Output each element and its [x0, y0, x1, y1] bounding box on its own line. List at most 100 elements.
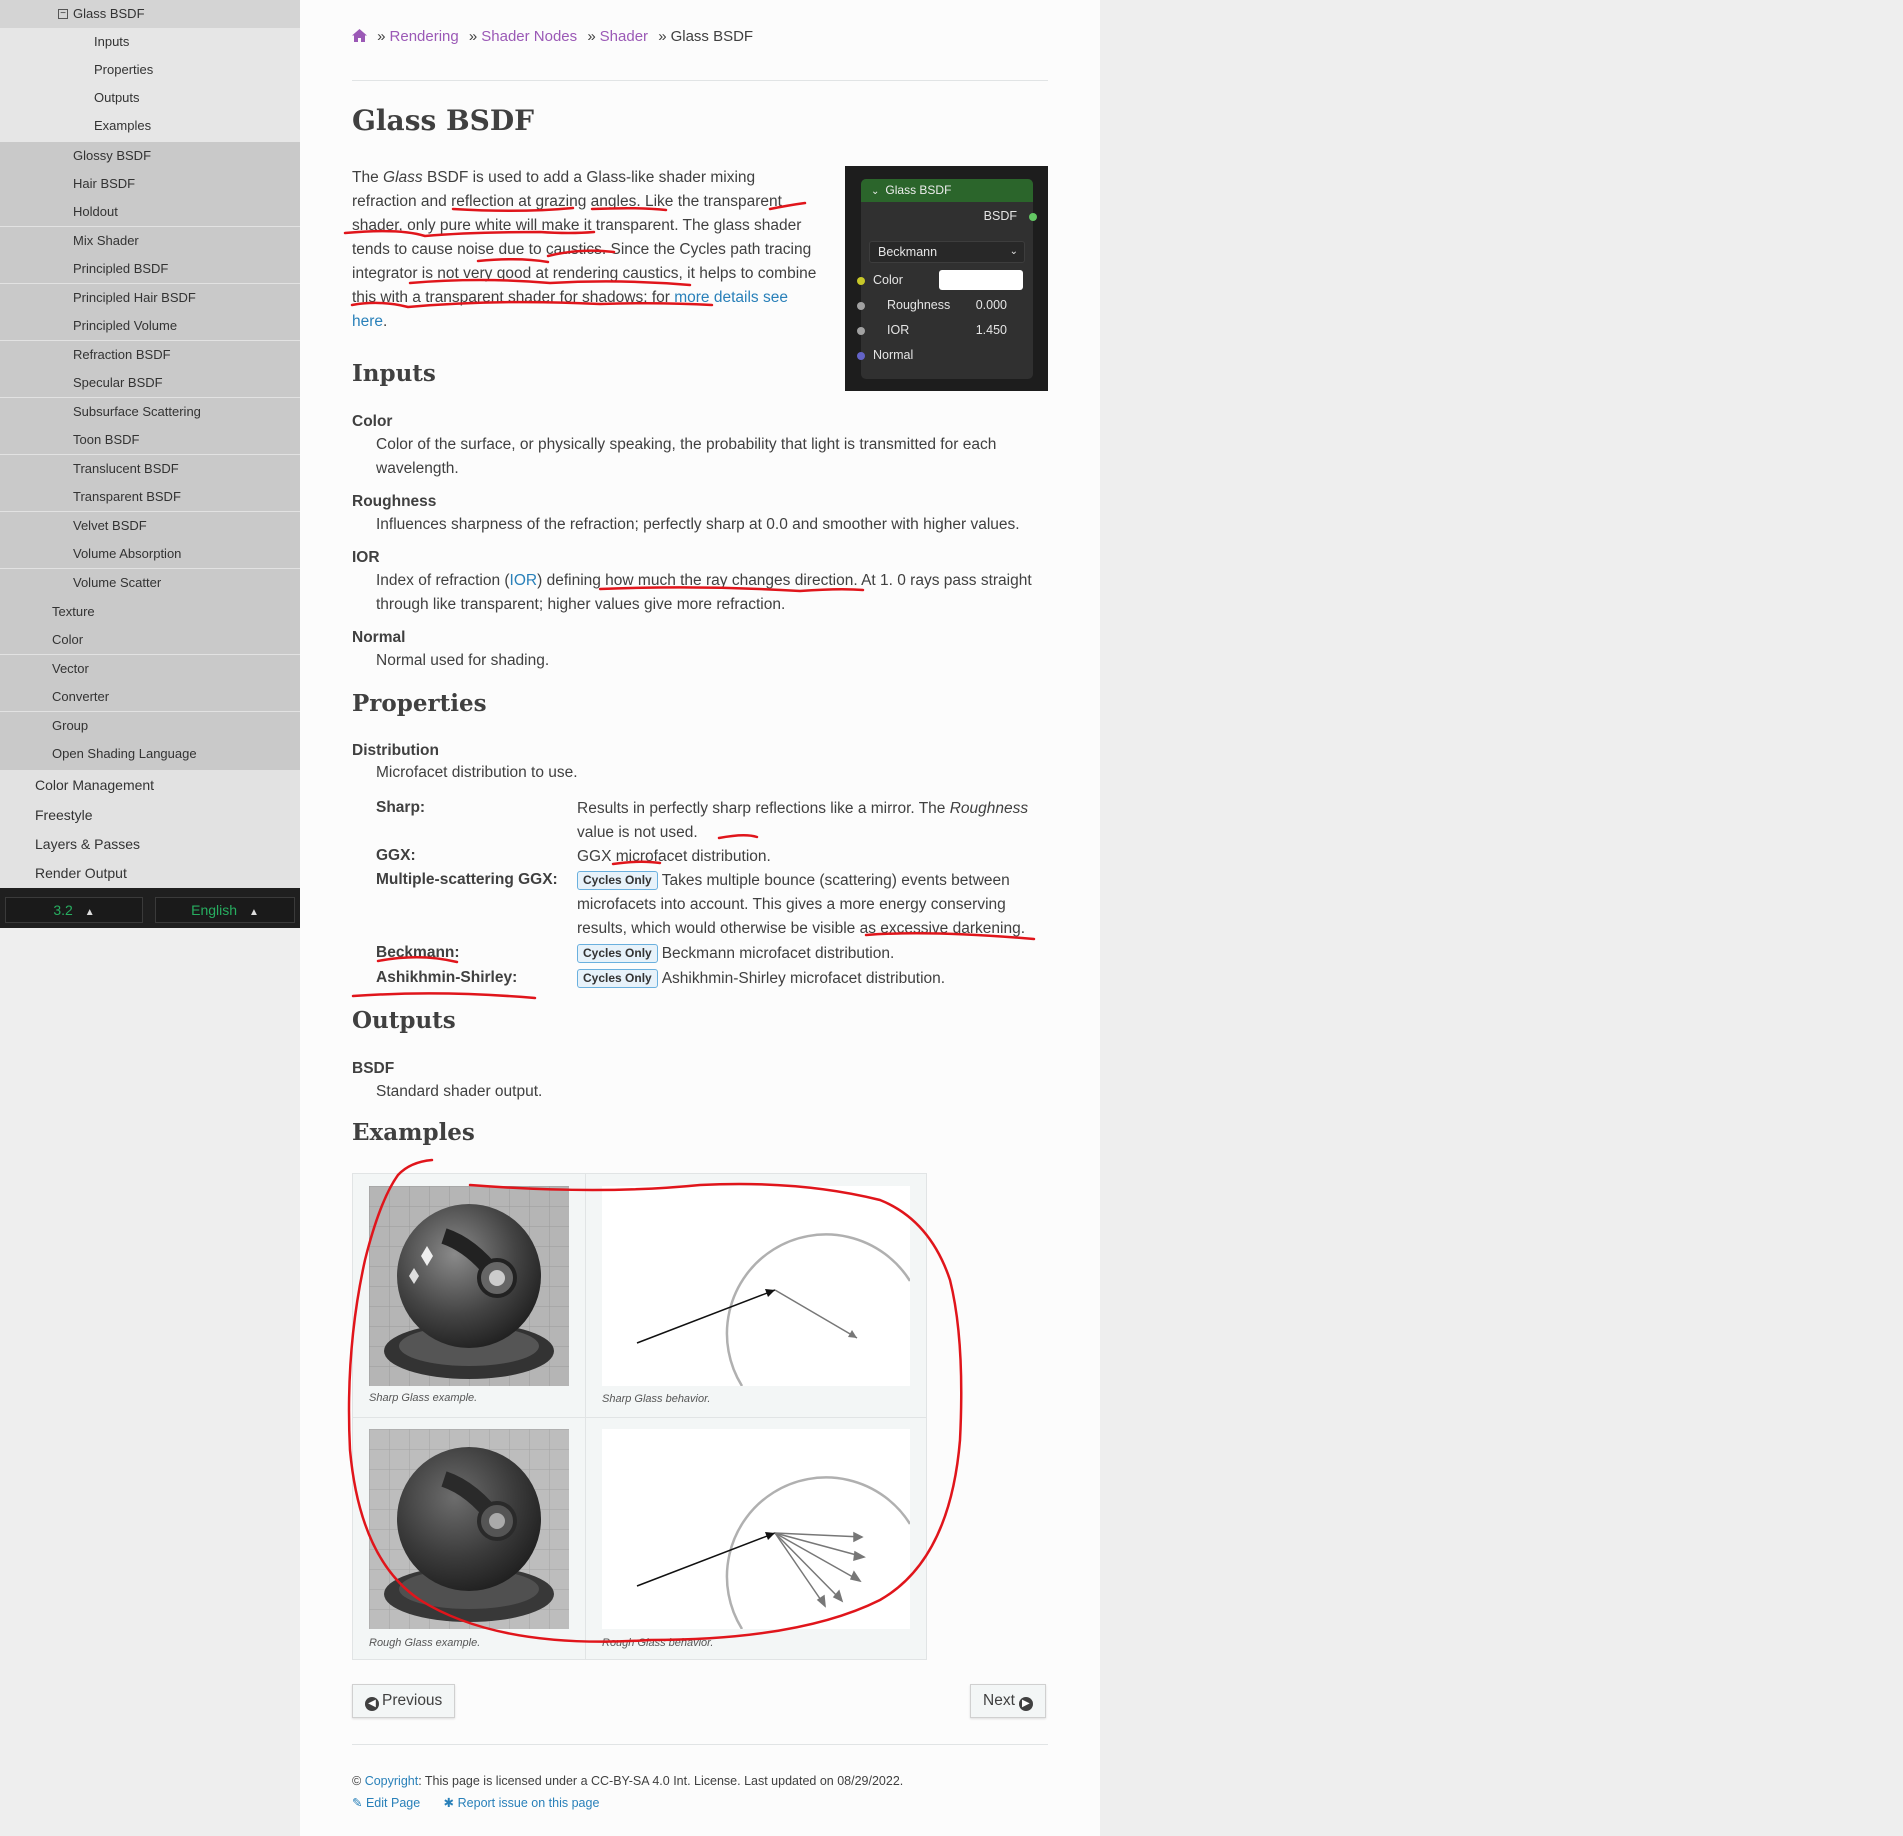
chevron-down-icon: ⌄ — [1009, 246, 1018, 257]
caption-rough-glass-behavior: Rough Glass behavior. — [602, 1637, 714, 1649]
report-issue-link[interactable]: ✱ Report issue on this page — [444, 1796, 600, 1810]
breadcrumb-separator: » — [587, 28, 596, 45]
rough-glass-behavior-diagram — [602, 1429, 912, 1630]
node-normal-label: Normal — [873, 348, 914, 362]
sidebar-item-volume-scatter[interactable]: Volume Scatter — [0, 569, 300, 599]
home-icon[interactable] — [352, 29, 367, 46]
previous-button[interactable]: ◀ Previous — [352, 1684, 456, 1718]
sidebar-item-holdout[interactable]: Holdout — [0, 198, 300, 226]
edit-icon: ✎ — [352, 1796, 363, 1810]
divider — [352, 80, 1048, 81]
sidebar-item-specular-bsdf[interactable]: Specular BSDF — [0, 369, 300, 397]
sidebar: − Glass BSDF Inputs Properties Outputs Ex… — [0, 0, 300, 928]
node-color-label: Color — [873, 273, 903, 287]
bsdf-term: BSDF — [352, 1060, 395, 1077]
breadcrumb-link-rendering[interactable]: Rendering — [390, 28, 459, 45]
footer-links: ✎ Edit Page ✱ Report issue on this page — [352, 1795, 599, 1810]
breadcrumb-separator: » — [468, 28, 478, 45]
breadcrumb-link-shader-nodes[interactable]: Shader Nodes — [481, 28, 577, 45]
sidebar-item-glass-bsdf[interactable]: − Glass BSDF — [0, 0, 300, 28]
option-text: value is not used. — [577, 824, 698, 841]
sidebar-item-principled-volume[interactable]: Principled Volume — [0, 312, 300, 340]
sidebar-item-toon-bsdf[interactable]: Toon BSDF — [0, 426, 300, 454]
sidebar-item-glossy-bsdf[interactable]: Glossy BSDF — [0, 142, 300, 170]
glass-bsdf-node-image: ⌄ Glass BSDF BSDF Beckmann ⌄ Color Roughn… — [845, 166, 1048, 391]
copyright-link[interactable]: Copyright — [365, 1774, 419, 1788]
sidebar-item-color[interactable]: Color — [0, 626, 300, 654]
bsdf-definition: Standard shader output. — [376, 1083, 543, 1100]
option-beckmann-definition: Cycles Only Beckmann microfacet distribut… — [577, 942, 1047, 966]
value-socket-icon — [857, 302, 865, 310]
sidebar-item-render-output[interactable]: Render Output — [0, 858, 300, 888]
intro-paragraph: The Glass BSDF is used to add a Glass-li… — [352, 166, 822, 334]
sharp-glass-render-image — [369, 1186, 569, 1386]
shader-socket-icon — [1029, 213, 1037, 221]
sidebar-item-outputs[interactable]: Outputs — [0, 84, 300, 112]
color-swatch[interactable] — [939, 270, 1023, 290]
language-selector[interactable]: English ▲ — [155, 897, 295, 923]
sidebar-item-texture[interactable]: Texture — [0, 598, 300, 626]
distribution-dropdown[interactable]: Beckmann ⌄ — [869, 241, 1025, 263]
roughness-label: Roughness — [887, 298, 951, 312]
examples-heading: Examples — [352, 1119, 475, 1146]
sidebar-item-principled-bsdf[interactable]: Principled BSDF — [0, 255, 300, 283]
outputs-heading: Outputs — [352, 1007, 456, 1034]
ior-link[interactable]: IOR — [510, 572, 538, 589]
caption-sharp-glass-example: Sharp Glass example. — [369, 1392, 478, 1404]
report-issue-label: Report issue on this page — [457, 1796, 600, 1810]
cycles-only-badge: Cycles Only — [577, 871, 658, 890]
properties-heading: Properties — [352, 690, 487, 717]
version-language-bar: 3.2 ▲ English ▲ — [0, 888, 300, 928]
sidebar-item-color-management[interactable]: Color Management — [0, 770, 300, 800]
option-multiscatter-ggx-term: Multiple-scattering GGX: — [376, 871, 558, 888]
caret-up-icon: ▲ — [248, 907, 259, 918]
sidebar-item-layers-passes[interactable]: Layers & Passes — [0, 829, 300, 859]
option-ashikhmin-shirley-term: Ashikhmin-Shirley: — [376, 969, 518, 986]
distribution-term: Distribution — [352, 742, 439, 759]
sidebar-item-subsurface-scattering[interactable]: Subsurface Scattering — [0, 398, 300, 426]
normal-term: Normal — [352, 629, 406, 646]
sidebar-item-mix-shader[interactable]: Mix Shader — [0, 227, 300, 255]
next-button[interactable]: Next ▶ — [970, 1684, 1046, 1718]
sidebar-item-properties[interactable]: Properties — [0, 56, 300, 84]
sidebar-item-open-shading-language[interactable]: Open Shading Language — [0, 740, 300, 770]
value-socket-icon — [857, 327, 865, 335]
sidebar-item-velvet-bsdf[interactable]: Velvet BSDF — [0, 512, 300, 540]
sidebar-item-translucent-bsdf[interactable]: Translucent BSDF — [0, 455, 300, 483]
circle-arrow-right-icon: ▶ — [1018, 1697, 1033, 1711]
ior-definition: Index of refraction (IOR) defining how m… — [376, 569, 1048, 617]
option-sharp-term: Sharp: — [376, 799, 426, 816]
sidebar-item-inputs[interactable]: Inputs — [0, 28, 300, 56]
color-term: Color — [352, 413, 393, 430]
caret-up-icon: ▲ — [84, 907, 95, 918]
option-beckmann-term: Beckmann: — [376, 944, 460, 961]
sidebar-item-converter[interactable]: Converter — [0, 683, 300, 711]
normal-definition: Normal used for shading. — [376, 652, 550, 669]
node-output-label: BSDF — [983, 209, 1017, 223]
sidebar-item-volume-absorption[interactable]: Volume Absorption — [0, 540, 300, 568]
collapse-icon[interactable]: − — [58, 8, 68, 19]
edit-page-link[interactable]: ✎ Edit Page — [352, 1796, 420, 1810]
ior-value: 1.450 — [975, 323, 1007, 337]
sidebar-item-vector[interactable]: Vector — [0, 655, 300, 683]
divider — [352, 1744, 1048, 1745]
caption-sharp-glass-behavior: Sharp Glass behavior. — [602, 1393, 711, 1405]
breadcrumb-link-shader[interactable]: Shader — [600, 28, 648, 45]
option-text: Results in perfectly sharp reflections l… — [577, 800, 950, 817]
chevron-down-icon: ⌄ — [871, 186, 880, 197]
sidebar-item-principled-hair-bsdf[interactable]: Principled Hair BSDF — [0, 284, 300, 312]
sidebar-item-hair-bsdf[interactable]: Hair BSDF — [0, 170, 300, 198]
version-selector[interactable]: 3.2 ▲ — [5, 897, 143, 923]
sidebar-item-transparent-bsdf[interactable]: Transparent BSDF — [0, 483, 300, 511]
sidebar-item-examples[interactable]: Examples — [0, 112, 300, 143]
sidebar-item-group[interactable]: Group — [0, 712, 300, 740]
intro-emphasis: Glass — [383, 169, 423, 186]
breadcrumb-separator: » — [377, 28, 386, 45]
sidebar-item-refraction-bsdf[interactable]: Refraction BSDF — [0, 341, 300, 369]
sidebar-item-freestyle[interactable]: Freestyle — [0, 800, 300, 830]
color-definition: Color of the surface, or physically spea… — [376, 436, 997, 477]
breadcrumb-separator: » — [658, 28, 667, 45]
table-divider — [353, 1417, 926, 1418]
option-text: Beckmann microfacet distribution. — [661, 945, 895, 962]
breadcrumb: » Rendering » Shader Nodes » Shader » Glass … — [352, 28, 753, 46]
